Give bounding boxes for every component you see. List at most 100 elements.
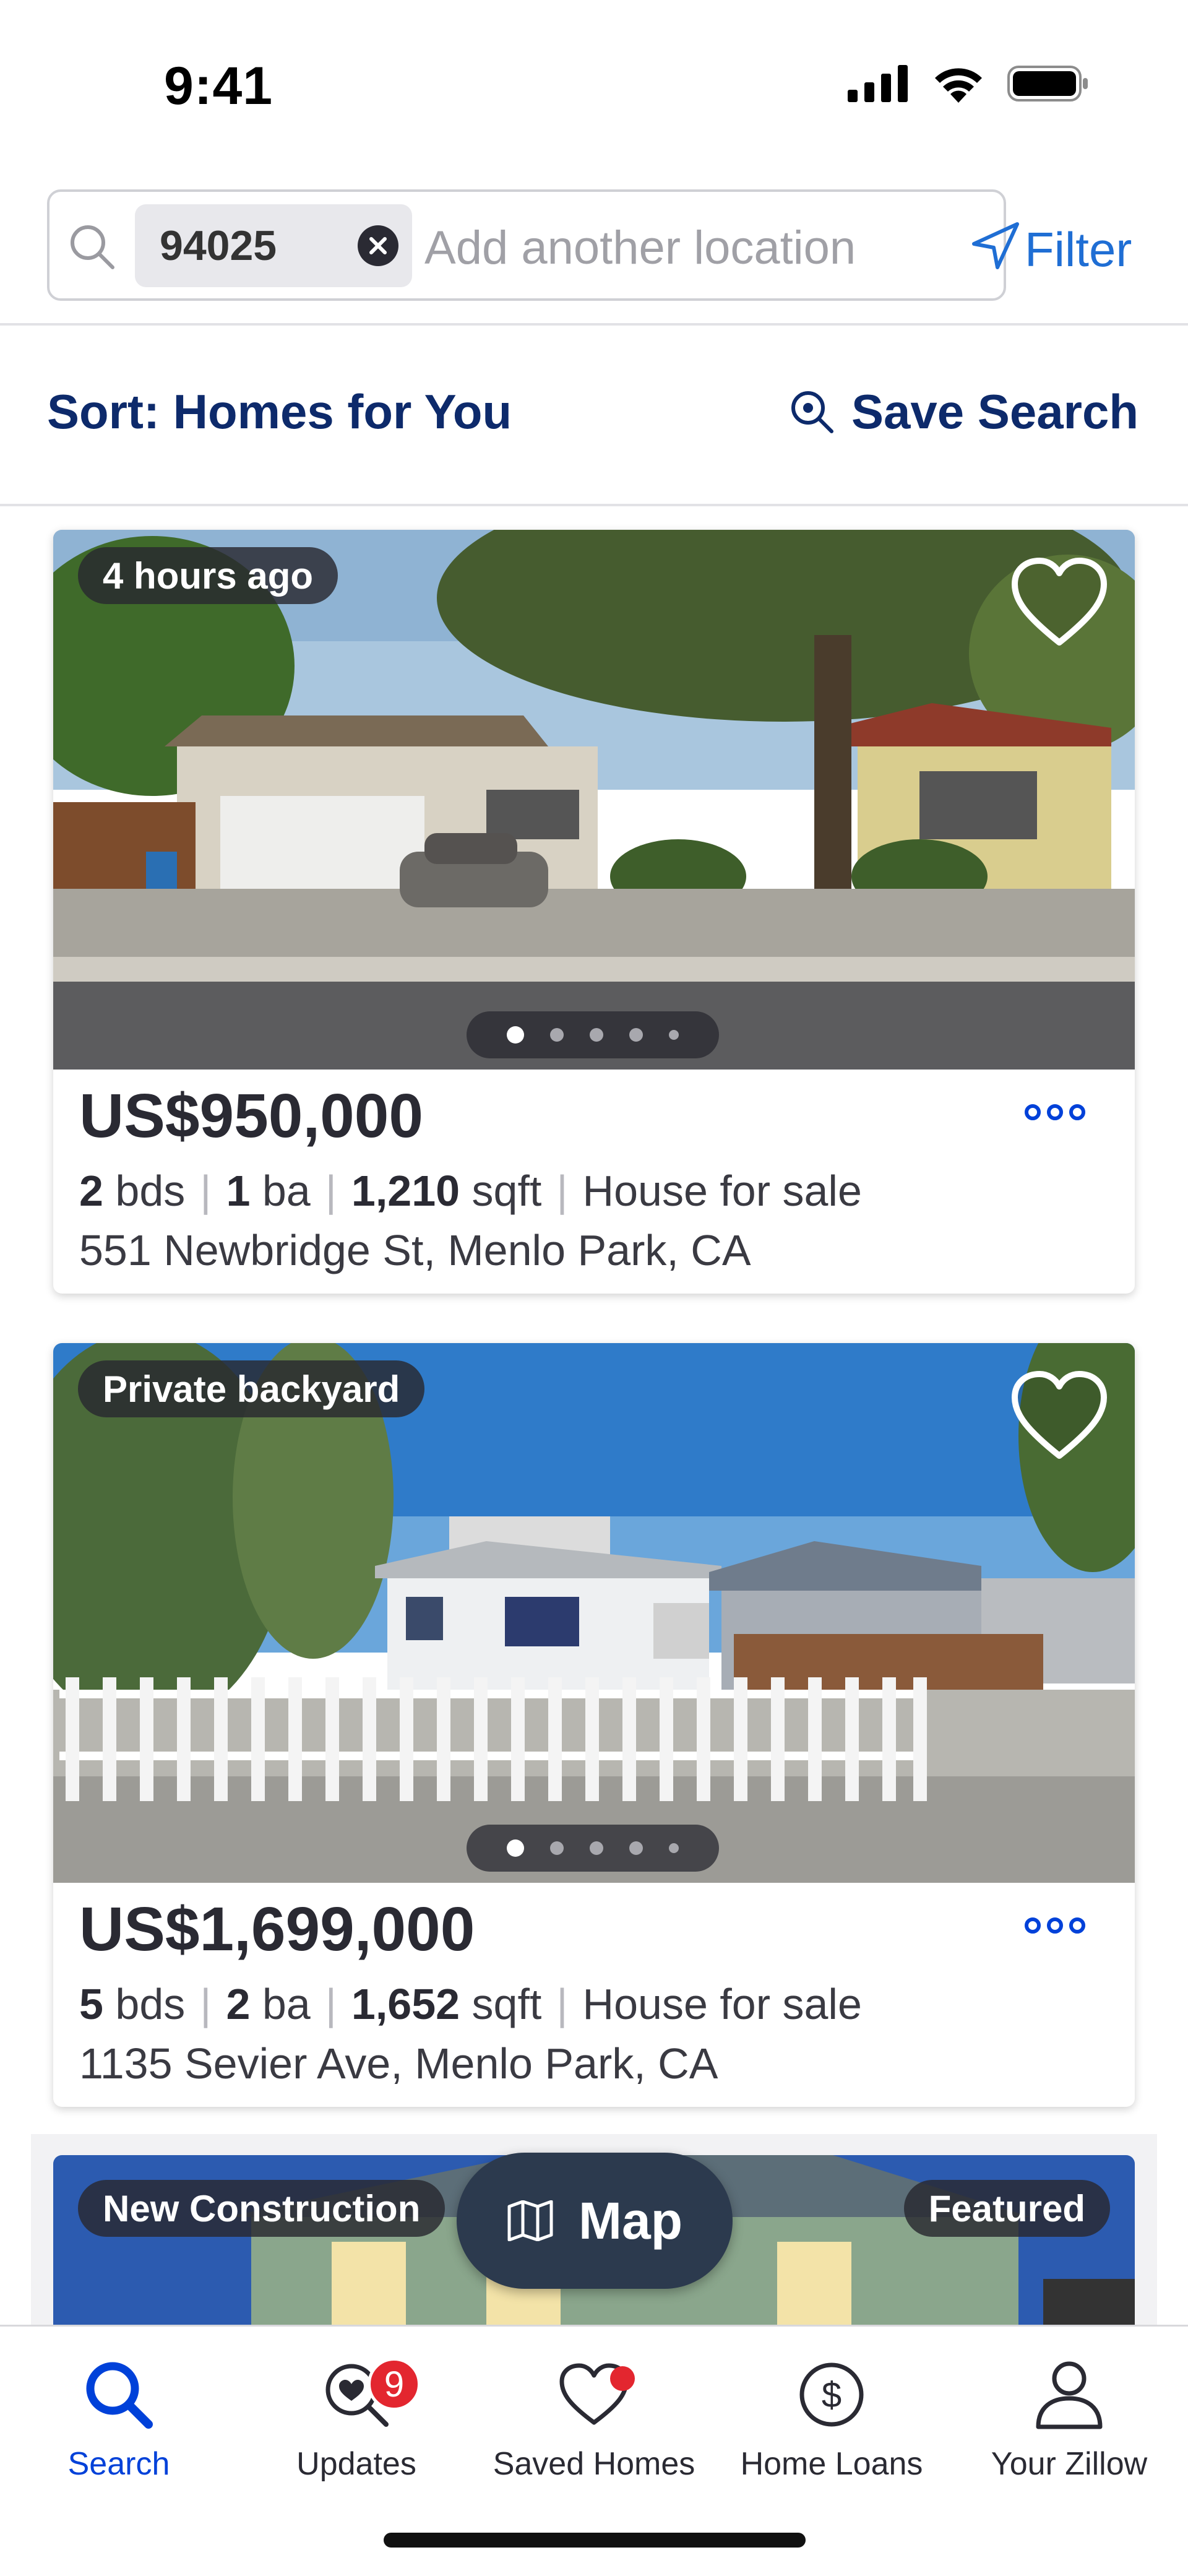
map-button[interactable]: Map xyxy=(457,2153,733,2289)
nav-icon-wrapper xyxy=(475,2351,713,2438)
search-icon xyxy=(86,2362,153,2429)
current-location-icon[interactable] xyxy=(969,220,1021,272)
carousel-dot xyxy=(507,1026,524,1044)
save-search-label: Save Search xyxy=(851,384,1138,439)
nav-label: Search xyxy=(67,2446,170,2482)
carousel-dot xyxy=(550,1028,564,1042)
listing-type: House for sale xyxy=(582,1980,862,2028)
carousel-dot xyxy=(669,1843,679,1853)
nav-updates[interactable]: 9 Updates xyxy=(238,2351,475,2483)
status-bar: 9:41 xyxy=(0,0,1188,149)
nav-search[interactable]: Search xyxy=(0,2351,238,2483)
beds-count: 5 xyxy=(79,1980,103,2028)
save-search-button[interactable]: Save Search xyxy=(790,384,1138,440)
remove-location-button[interactable] xyxy=(358,225,398,266)
listing-photo[interactable]: 4 hours ago xyxy=(53,530,1135,1070)
carousel-dot xyxy=(590,1028,603,1042)
filter-button[interactable]: Filter xyxy=(1025,222,1132,278)
battery-icon xyxy=(1007,66,1088,102)
listing-address: 551 Newbridge St, Menlo Park, CA xyxy=(79,1226,751,1274)
separator: | xyxy=(325,1980,337,2028)
separator: | xyxy=(200,1167,212,1215)
more-dot xyxy=(1069,1917,1085,1934)
sqft-value: 1,210 xyxy=(351,1167,460,1215)
listing-tag: Private backyard xyxy=(78,1360,425,1417)
separator: | xyxy=(556,1167,568,1215)
nav-label: Your Zillow xyxy=(991,2446,1148,2482)
person-icon xyxy=(1036,2361,1103,2429)
more-dot xyxy=(1025,1104,1041,1120)
sqft-unit: sqft xyxy=(471,1167,542,1215)
more-dot xyxy=(1047,1104,1063,1120)
photo-carousel-indicator xyxy=(467,1011,719,1058)
more-options-button[interactable] xyxy=(1025,1917,1085,1934)
more-options-button[interactable] xyxy=(1025,1104,1085,1120)
carousel-dot xyxy=(669,1030,679,1040)
featured-tag: Featured xyxy=(903,2180,1110,2237)
listing-facts: 2 bds | 1 ba | 1,210 sqft | House for sale xyxy=(79,1166,862,1216)
listing-price: US$950,000 xyxy=(79,1081,424,1151)
save-home-heart-icon[interactable] xyxy=(1010,1369,1109,1462)
listing-card[interactable]: Private backyard US$1,699,000 5 bds | 2 ba… xyxy=(53,1343,1135,2107)
listing-photo[interactable]: Private backyard xyxy=(53,1343,1135,1883)
carousel-dot xyxy=(629,1841,643,1855)
house-photo xyxy=(53,530,1135,1070)
listing-card[interactable]: 4 hours ago US$950,000 2 bds | 1 ba | 1,210 … xyxy=(53,530,1135,1294)
nav-icon-wrapper: $ xyxy=(713,2351,950,2438)
divider xyxy=(0,504,1188,506)
nav-label: Saved Homes xyxy=(493,2446,695,2482)
more-dot xyxy=(1047,1917,1063,1934)
location-chip-label: 94025 xyxy=(160,222,277,269)
separator: | xyxy=(200,1980,212,2028)
beds-count: 2 xyxy=(79,1167,103,1215)
beds-unit: bds xyxy=(115,1980,186,2028)
search-icon xyxy=(71,225,114,269)
listing-facts: 5 bds | 2 ba | 1,652 sqft | House for sale xyxy=(79,1979,862,2029)
nav-icon-wrapper xyxy=(0,2351,238,2438)
carousel-dot xyxy=(550,1841,564,1855)
nav-icon-wrapper xyxy=(950,2351,1188,2438)
carousel-dot xyxy=(507,1839,524,1857)
nav-home-loans[interactable]: $ Home Loans xyxy=(713,2351,950,2483)
nav-saved-homes[interactable]: Saved Homes xyxy=(475,2351,713,2483)
photo-carousel-indicator xyxy=(467,1825,719,1872)
nav-your-zillow[interactable]: Your Zillow xyxy=(950,2351,1188,2483)
listing-type: House for sale xyxy=(582,1167,862,1215)
carousel-dot xyxy=(629,1028,643,1042)
save-home-heart-icon[interactable] xyxy=(1010,556,1109,649)
map-button-label: Map xyxy=(579,2191,682,2250)
nav-label: Home Loans xyxy=(740,2446,923,2482)
wifi-icon xyxy=(935,68,982,103)
location-chip[interactable]: 94025 xyxy=(135,204,412,287)
home-indicator xyxy=(384,2533,806,2548)
divider xyxy=(0,323,1188,326)
search-bar[interactable]: 94025 xyxy=(47,189,1019,301)
svg-text:$: $ xyxy=(822,2375,842,2415)
separator: | xyxy=(325,1167,337,1215)
dollar-icon: $ xyxy=(799,2362,864,2427)
listing-price: US$1,699,000 xyxy=(79,1895,475,1964)
save-search-icon xyxy=(791,391,833,433)
carousel-dot xyxy=(590,1841,603,1855)
status-icons xyxy=(848,64,1089,103)
baths-unit: ba xyxy=(262,1167,311,1215)
house-photo xyxy=(53,1343,1135,1883)
location-search-input[interactable] xyxy=(424,222,882,274)
status-time: 9:41 xyxy=(164,56,273,116)
map-icon xyxy=(507,2200,553,2241)
listing-info: US$950,000 2 bds | 1 ba | 1,210 sqft | House f… xyxy=(53,1070,1135,1294)
beds-unit: bds xyxy=(115,1167,186,1215)
baths-count: 1 xyxy=(226,1167,251,1215)
baths-count: 2 xyxy=(226,1980,251,2028)
sqft-unit: sqft xyxy=(471,1980,542,2028)
listing-tag: New Construction xyxy=(78,2180,446,2237)
baths-unit: ba xyxy=(262,1980,311,2028)
saved-homes-notification-dot xyxy=(610,2366,635,2391)
more-dot xyxy=(1025,1917,1041,1934)
sqft-value: 1,652 xyxy=(351,1980,460,2028)
more-dot xyxy=(1069,1104,1085,1120)
sort-dropdown[interactable]: Sort: Homes for You xyxy=(47,384,512,440)
close-icon xyxy=(369,237,387,254)
cellular-signal-icon xyxy=(848,65,908,102)
listing-info: US$1,699,000 5 bds | 2 ba | 1,652 sqft | House… xyxy=(53,1883,1135,2107)
